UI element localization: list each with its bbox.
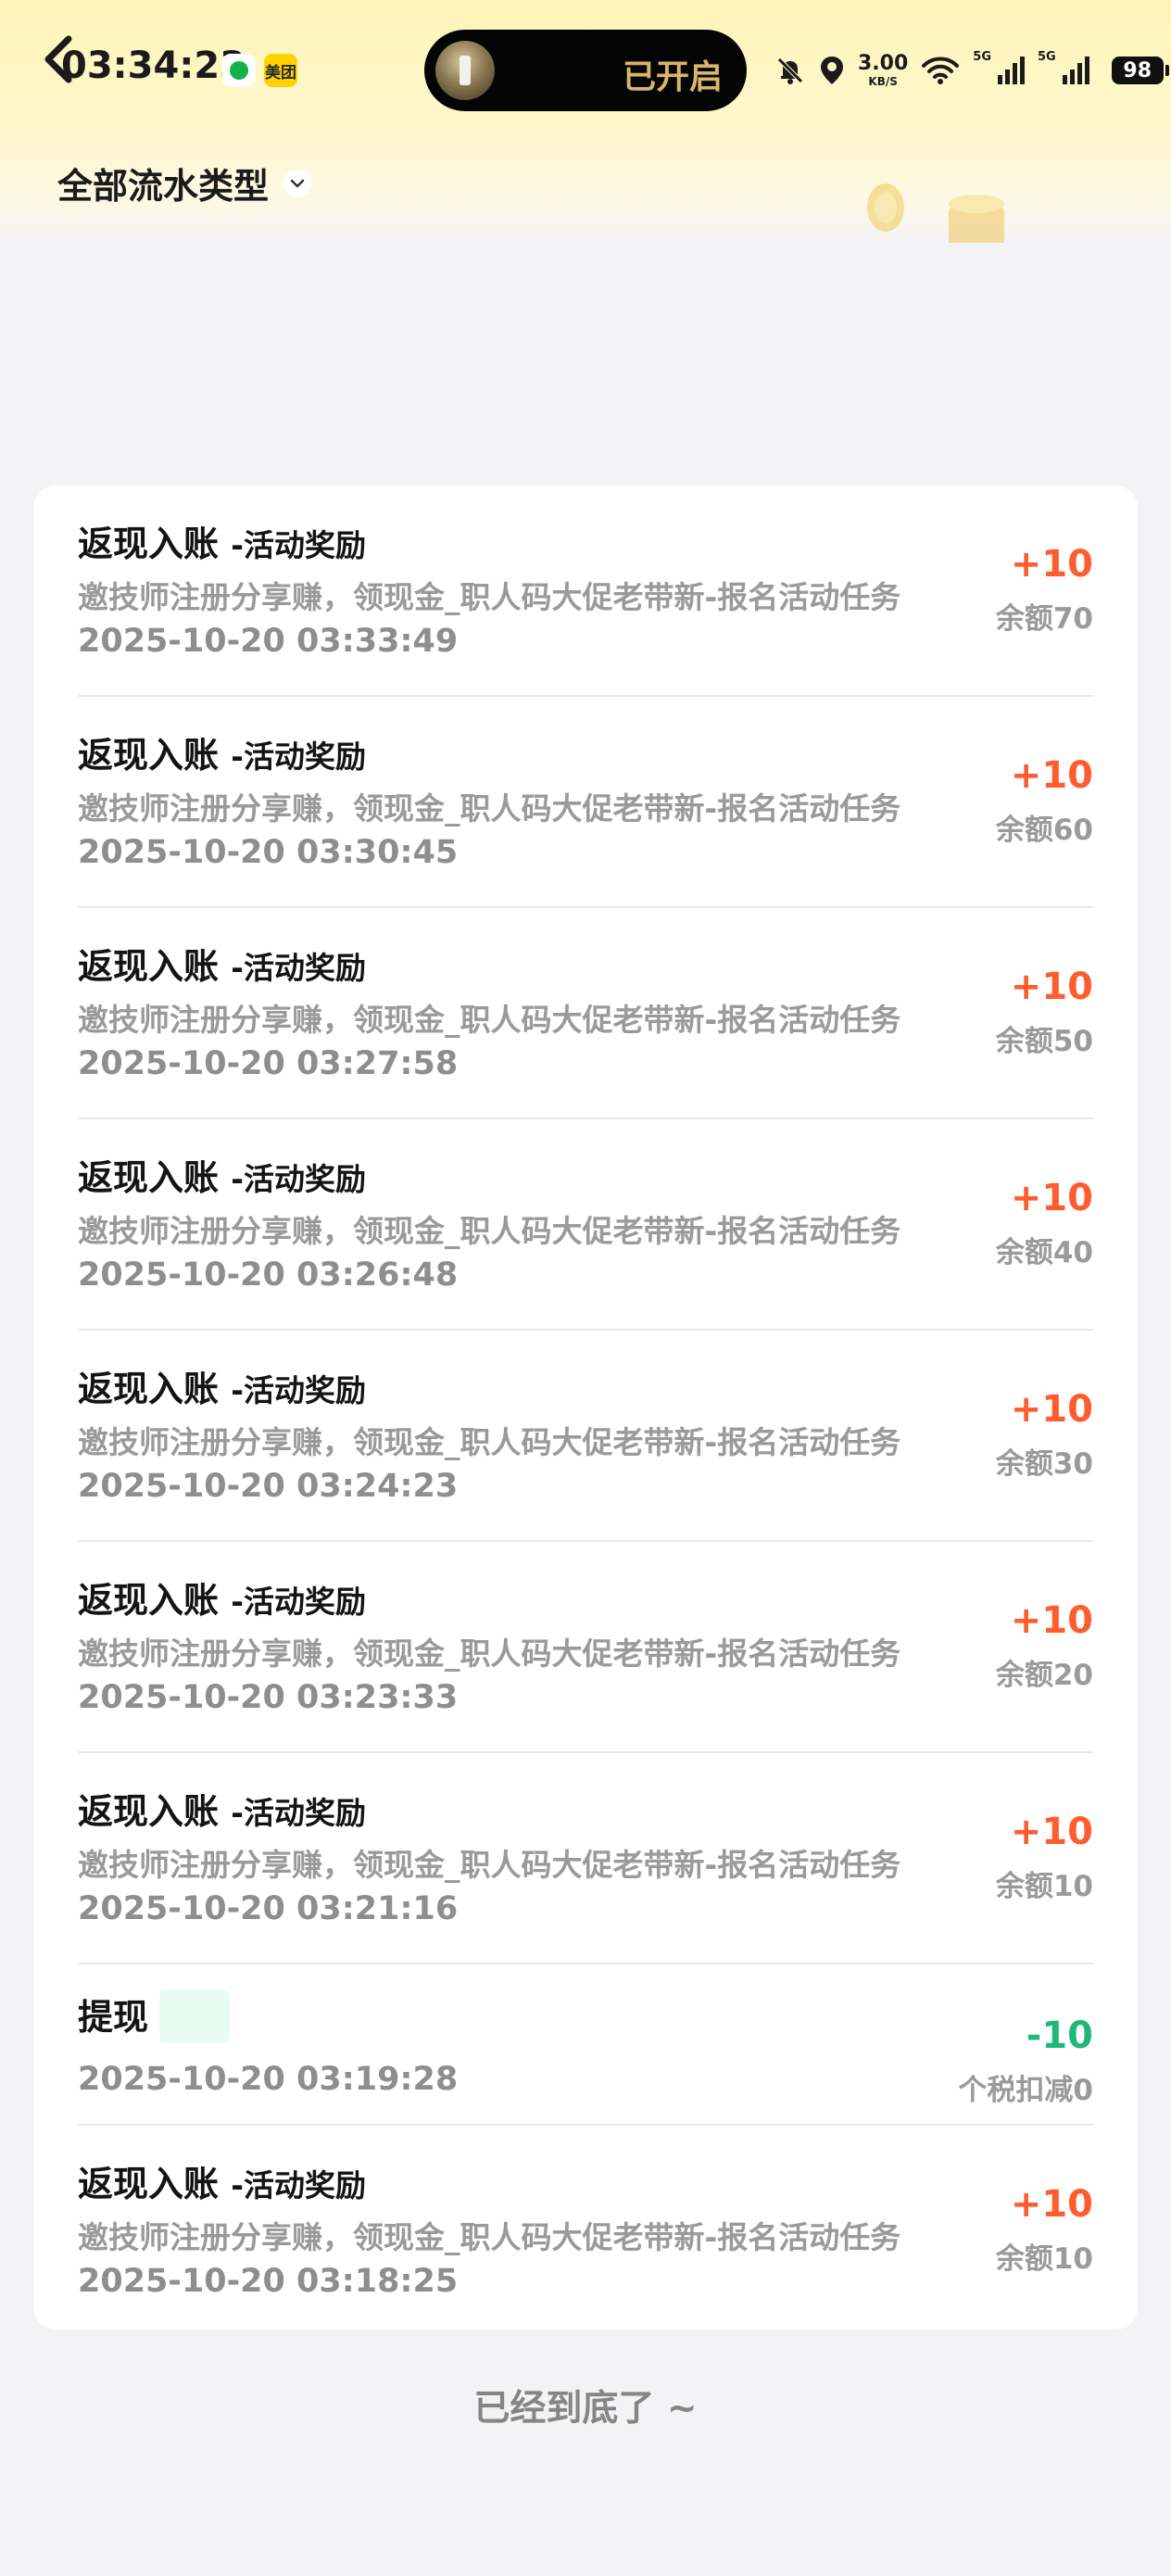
chat-app-icon	[222, 54, 256, 87]
flashlight-status: 已开启	[622, 58, 723, 96]
transaction-amount: +10	[1010, 1177, 1093, 1219]
coins-decoration-icon	[867, 183, 1004, 243]
transaction-date: 2025-10-20 03:33:49	[78, 623, 459, 660]
transaction-date: 2025-10-20 03:24:23	[78, 1468, 459, 1505]
transaction-amount: +10	[1010, 2183, 1093, 2226]
transaction-title: 返现入账 -活动奖励	[78, 524, 366, 564]
signal-bars-icon	[1062, 57, 1089, 84]
transaction-title: 返现入账 -活动奖励	[78, 735, 366, 776]
transaction-title: 返现入账 -活动奖励	[78, 2164, 366, 2204]
transaction-date: 2025-10-20 03:30:45	[78, 834, 459, 871]
transaction-title: 提现	[78, 1989, 231, 2047]
transaction-row[interactable]: 返现入账 -活动奖励 邀技师注册分享赚，领现金_职人码大促老带新-报名活动任务 …	[78, 1119, 1093, 1331]
transaction-subtitle: -活动奖励	[231, 1161, 366, 1197]
chevron-down-icon	[283, 169, 312, 197]
transaction-description: 邀技师注册分享赚，领现金_职人码大促老带新-报名活动任务	[78, 579, 901, 615]
wifi-icon	[922, 57, 960, 84]
meituan-app-icon: 美团	[264, 54, 297, 87]
transaction-tax: 个税扣减0	[958, 2074, 1093, 2107]
transaction-balance: 余额70	[995, 602, 1093, 636]
transaction-amount: +10	[1010, 966, 1093, 1008]
transaction-balance: 余额50	[995, 1025, 1093, 1058]
flashlight-pill[interactable]: 已开启	[424, 30, 747, 111]
withdraw-status-badge	[159, 1989, 231, 2043]
transaction-amount: -10	[1026, 2014, 1093, 2057]
transaction-description: 邀技师注册分享赚，领现金_职人码大促老带新-报名活动任务	[78, 790, 901, 827]
transaction-balance: 余额10	[995, 2242, 1093, 2276]
transaction-list: 返现入账 -活动奖励 邀技师注册分享赚，领现金_职人码大促老带新-报名活动任务 …	[33, 486, 1138, 2330]
transaction-date: 2025-10-20 03:18:25	[78, 2263, 459, 2300]
transaction-subtitle: -活动奖励	[231, 1795, 366, 1831]
transaction-balance: 余额20	[995, 1659, 1093, 1692]
header: 03:34:23 美团 已开启 3.00 KB/S 5G 5G 98 全部流水类…	[0, 0, 1171, 243]
transaction-subtitle: -活动奖励	[231, 739, 366, 775]
transaction-amount: +10	[1010, 1599, 1093, 1642]
transaction-title: 返现入账 -活动奖励	[78, 946, 366, 987]
net-speed: 3.00 KB/S	[858, 52, 909, 88]
transaction-type-filter[interactable]: 全部流水类型	[57, 158, 312, 208]
signal-label-2: 5G	[1038, 50, 1056, 64]
transaction-row[interactable]: 返现入账 -活动奖励 邀技师注册分享赚，领现金_职人码大促老带新-报名活动任务 …	[78, 1331, 1093, 1542]
transaction-date: 2025-10-20 03:19:28	[78, 2061, 459, 2098]
transaction-balance: 余额60	[995, 814, 1093, 847]
transaction-description: 邀技师注册分享赚，领现金_职人码大促老带新-报名活动任务	[78, 1424, 901, 1460]
transaction-row[interactable]: 返现入账 -活动奖励 邀技师注册分享赚，领现金_职人码大促老带新-报名活动任务 …	[78, 486, 1093, 697]
signal-bars-icon	[998, 57, 1025, 84]
battery-indicator: 98	[1111, 57, 1169, 84]
transaction-description: 邀技师注册分享赚，领现金_职人码大促老带新-报名活动任务	[78, 2219, 901, 2255]
transaction-title: 返现入账 -活动奖励	[78, 1369, 366, 1409]
net-speed-value: 3.00	[858, 52, 909, 75]
transaction-title: 返现入账 -活动奖励	[78, 1791, 366, 1832]
transaction-subtitle: -活动奖励	[231, 2167, 366, 2203]
transaction-date: 2025-10-20 03:26:48	[78, 1256, 459, 1294]
transaction-description: 邀技师注册分享赚，领现金_职人码大促老带新-报名活动任务	[78, 1635, 901, 1672]
transaction-amount: +10	[1010, 543, 1093, 586]
end-of-list-text: 已经到底了 ~	[473, 2388, 698, 2430]
transaction-balance: 余额40	[995, 1236, 1093, 1269]
status-time: 03:34:23	[61, 44, 246, 87]
location-icon	[821, 57, 843, 84]
flashlight-icon	[435, 41, 495, 100]
transaction-amount: +10	[1010, 754, 1093, 797]
transaction-row[interactable]: 返现入账 -活动奖励 邀技师注册分享赚，领现金_职人码大促老带新-报名活动任务 …	[78, 2126, 1093, 2330]
transaction-title: 返现入账 -活动奖励	[78, 1580, 366, 1621]
transaction-description: 邀技师注册分享赚，领现金_职人码大促老带新-报名活动任务	[78, 1002, 901, 1038]
status-icons: 3.00 KB/S 5G 5G 98	[774, 46, 1169, 95]
signal-label-1: 5G	[973, 50, 991, 64]
transaction-balance: 余额10	[995, 1870, 1093, 1903]
transaction-subtitle: -活动奖励	[231, 950, 366, 986]
transaction-title: 返现入账 -活动奖励	[78, 1157, 366, 1198]
transaction-date: 2025-10-20 03:23:33	[78, 1679, 459, 1716]
transaction-balance: 余额30	[995, 1447, 1093, 1481]
transaction-row[interactable]: 返现入账 -活动奖励 邀技师注册分享赚，领现金_职人码大促老带新-报名活动任务 …	[78, 697, 1093, 908]
transaction-subtitle: -活动奖励	[231, 1584, 366, 1620]
transaction-description: 邀技师注册分享赚，领现金_职人码大促老带新-报名活动任务	[78, 1847, 901, 1883]
filter-label: 全部流水类型	[57, 166, 270, 207]
status-bar: 03:34:23 美团 已开启 3.00 KB/S 5G 5G 98	[0, 0, 1171, 139]
transaction-row[interactable]: 返现入账 -活动奖励 邀技师注册分享赚，领现金_职人码大促老带新-报名活动任务 …	[78, 1753, 1093, 1964]
transaction-description: 邀技师注册分享赚，领现金_职人码大促老带新-报名活动任务	[78, 1213, 901, 1249]
transaction-subtitle: -活动奖励	[231, 527, 366, 563]
transaction-amount: +10	[1010, 1811, 1093, 1853]
transaction-date: 2025-10-20 03:21:16	[78, 1890, 459, 1927]
mute-bell-icon	[777, 57, 803, 84]
transaction-amount: +10	[1010, 1388, 1093, 1431]
transaction-row[interactable]: 返现入账 -活动奖励 邀技师注册分享赚，领现金_职人码大促老带新-报名活动任务 …	[78, 908, 1093, 1119]
transaction-row[interactable]: 提现 2025-10-20 03:19:28 -10 个税扣减0	[78, 1964, 1093, 2126]
transaction-date: 2025-10-20 03:27:58	[78, 1045, 459, 1082]
transaction-row[interactable]: 返现入账 -活动奖励 邀技师注册分享赚，领现金_职人码大促老带新-报名活动任务 …	[78, 1542, 1093, 1753]
transaction-subtitle: -活动奖励	[231, 1372, 366, 1408]
net-speed-unit: KB/S	[868, 75, 898, 88]
